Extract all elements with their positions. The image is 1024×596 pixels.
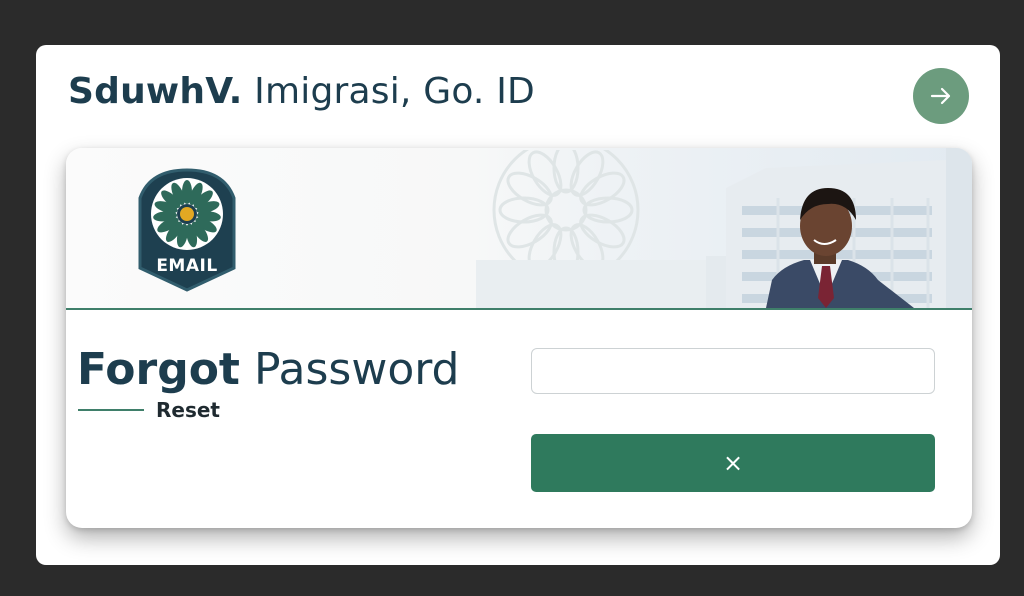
- subtitle-reset: Reset: [156, 398, 220, 422]
- banner-divider: [66, 308, 972, 310]
- site-domain: Imigrasi, Go. ID: [254, 71, 535, 112]
- page-title-light: Password: [253, 344, 460, 395]
- arrow-right-icon: [930, 87, 951, 105]
- subtitle-divider: [78, 409, 144, 411]
- site-brand: SduwhV.: [68, 71, 243, 112]
- site-title: SduwhV. Imigrasi, Go. ID: [68, 71, 535, 112]
- page-title-bold: Forgot: [77, 344, 240, 395]
- page-title: Forgot Password: [77, 344, 460, 395]
- header-banner: EMAIL: [66, 148, 972, 308]
- forgot-password-card: EMAIL Forgot Password Reset ×: [66, 148, 972, 528]
- email-field[interactable]: [531, 348, 935, 394]
- submit-button[interactable]: ×: [531, 434, 935, 492]
- emblem-label: EMAIL: [156, 256, 218, 276]
- close-icon: ×: [722, 449, 744, 477]
- go-button[interactable]: [913, 68, 969, 124]
- app-window: SduwhV. Imigrasi, Go. ID EMAIL Forgot Pa…: [36, 45, 1000, 565]
- email-emblem: EMAIL: [136, 168, 238, 292]
